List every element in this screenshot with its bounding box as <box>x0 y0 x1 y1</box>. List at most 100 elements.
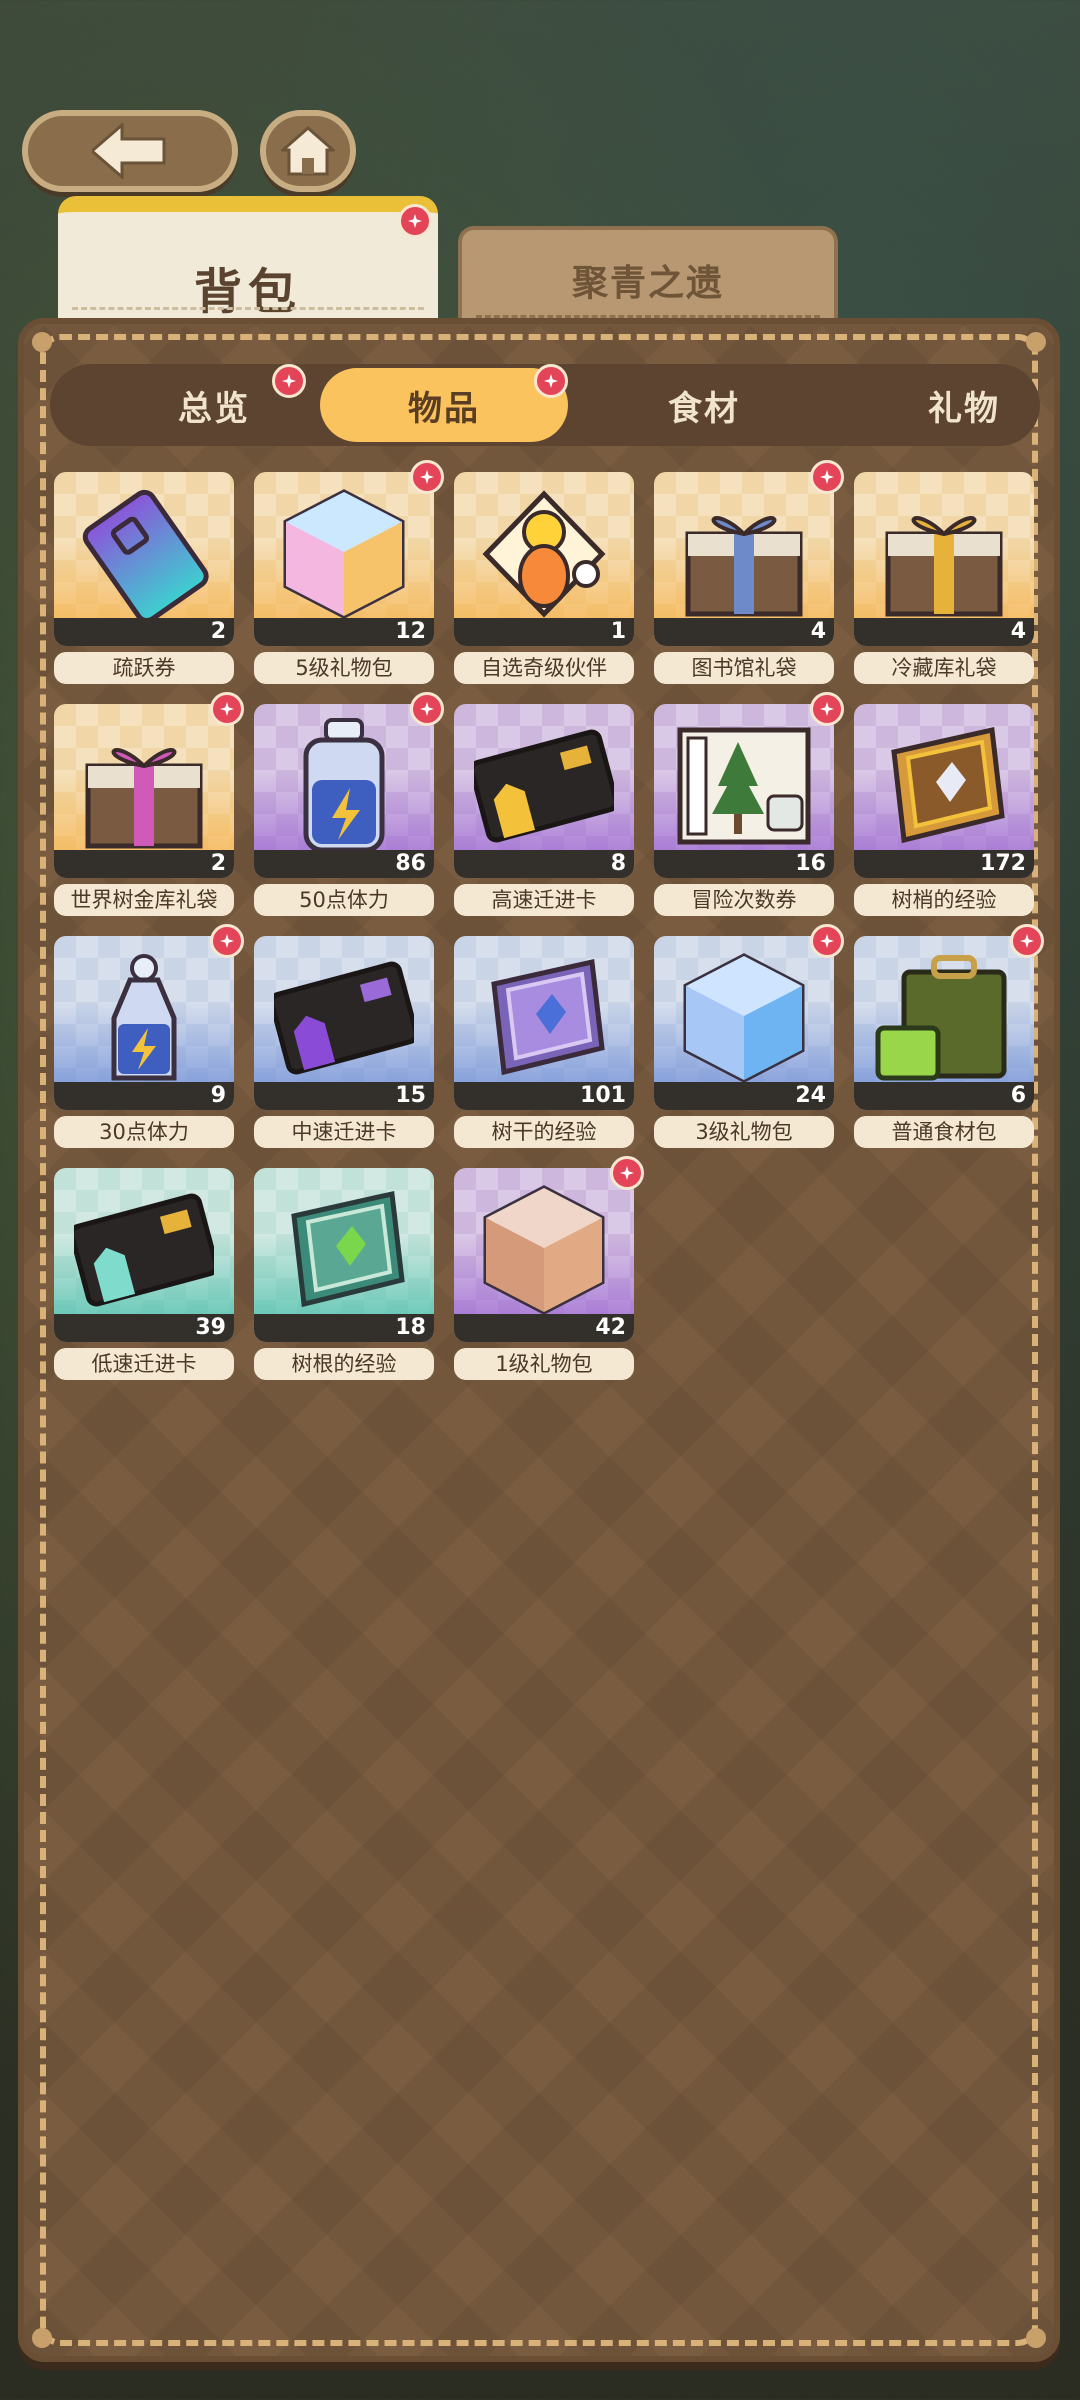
item-name: 疏跃券 <box>54 652 234 684</box>
item-icon-frame: 172 <box>854 704 1034 878</box>
inventory-item[interactable]: 9 30点体力 <box>54 924 244 1148</box>
back-arrow-icon <box>92 123 168 179</box>
item-count: 172 <box>854 850 1034 878</box>
new-badge-icon <box>210 692 244 726</box>
inventory-item[interactable]: 172 树梢的经验 <box>854 704 1034 916</box>
inventory-item[interactable]: 4 冷藏库礼袋 <box>854 472 1034 684</box>
item-count: 9 <box>54 1082 234 1110</box>
new-badge-icon <box>410 460 444 494</box>
item-icon-frame: 1 <box>454 472 634 646</box>
inventory-item[interactable]: 1 自选奇级伙伴 <box>454 472 634 684</box>
tab-relics[interactable]: 聚青之遗 <box>458 226 838 326</box>
gold-gift-box-icon <box>885 516 1003 617</box>
inventory-item[interactable]: 4 图书馆礼袋 <box>654 460 844 684</box>
item-icon-frame: 8 <box>454 704 634 878</box>
inventory-item[interactable]: 15 中速迁进卡 <box>254 936 434 1148</box>
item-icon-frame: 18 <box>254 1168 434 1342</box>
back-button[interactable] <box>22 110 238 192</box>
category-label: 物品 <box>408 388 480 429</box>
item-count: 2 <box>54 850 234 878</box>
tab-backpack-label: 背包 <box>193 264 302 320</box>
energy-bottle-icon <box>303 718 385 853</box>
item-icon-frame: 42 <box>454 1168 634 1342</box>
inventory-item[interactable]: 42 1级礼物包 <box>454 1156 644 1380</box>
item-count: 1 <box>454 618 634 646</box>
item-name: 50点体力 <box>254 884 434 916</box>
new-badge-icon <box>410 692 444 726</box>
item-icon-frame: 2 <box>54 472 234 646</box>
item-name: 树根的经验 <box>254 1348 434 1380</box>
purple-card-icon <box>274 961 414 1075</box>
home-icon <box>281 126 335 176</box>
item-count: 6 <box>854 1082 1034 1110</box>
inventory-item[interactable]: 24 3级礼物包 <box>654 924 844 1148</box>
item-name: 5级礼物包 <box>254 652 434 684</box>
item-icon-frame: 16 <box>654 704 834 878</box>
inventory-item[interactable]: 86 50点体力 <box>254 692 444 916</box>
new-badge-icon <box>272 364 306 398</box>
inventory-item[interactable]: 101 树干的经验 <box>454 936 634 1148</box>
item-name: 30点体力 <box>54 1116 234 1148</box>
item-count: 8 <box>454 850 634 878</box>
inventory-item[interactable]: 8 高速迁进卡 <box>454 704 634 916</box>
item-count: 4 <box>654 618 834 646</box>
item-grid: 2 疏跃券 12 5级礼物包 1 自选奇级伙伴 4 图书馆礼袋 4 冷藏库礼袋 2 世界树金库礼袋 86… <box>54 460 1054 1392</box>
item-name: 高速迁进卡 <box>454 884 634 916</box>
inventory-item[interactable]: 39 低速迁进卡 <box>54 1168 234 1380</box>
tab-backpack[interactable]: 背包 <box>58 196 438 326</box>
pink-gift-box-icon <box>85 748 203 849</box>
home-button[interactable] <box>260 110 356 192</box>
category-bar: 总览 物品 食材 礼物 <box>50 364 1040 446</box>
item-count: 15 <box>254 1082 434 1110</box>
item-icon-frame: 86 <box>254 704 434 878</box>
item-count: 18 <box>254 1314 434 1342</box>
pink-cube-icon <box>483 1185 605 1315</box>
item-name: 中速迁进卡 <box>254 1116 434 1148</box>
category-label: 礼物 <box>928 388 1000 429</box>
ingredient-bag-icon <box>875 955 1007 1081</box>
new-badge-icon <box>810 924 844 958</box>
item-count: 2 <box>54 618 234 646</box>
item-count: 39 <box>54 1314 234 1342</box>
inventory-item[interactable]: 2 疏跃券 <box>54 472 234 684</box>
new-badge-icon <box>398 204 432 238</box>
item-count: 101 <box>454 1082 634 1110</box>
companion-selector-icon <box>482 490 606 618</box>
item-icon-frame: 2 <box>54 704 234 878</box>
item-name: 树干的经验 <box>454 1116 634 1148</box>
item-name: 图书馆礼袋 <box>654 652 834 684</box>
item-name: 冒险次数券 <box>654 884 834 916</box>
item-count: 42 <box>454 1314 634 1342</box>
category-tab-ingredients[interactable]: 食材 <box>580 368 828 442</box>
green-book-icon <box>291 1190 405 1308</box>
inventory-item[interactable]: 12 5级礼物包 <box>254 460 444 684</box>
teal-card-icon <box>74 1193 214 1307</box>
new-badge-icon <box>610 1156 644 1190</box>
item-icon-frame: 4 <box>854 472 1034 646</box>
category-label: 总览 <box>178 388 250 429</box>
item-count: 12 <box>254 618 434 646</box>
item-icon-frame: 39 <box>54 1168 234 1342</box>
gold-card-icon <box>474 729 614 843</box>
inventory-item[interactable]: 2 世界树金库礼袋 <box>54 692 244 916</box>
inventory-item[interactable]: 6 普通食材包 <box>854 924 1044 1148</box>
item-icon-frame: 24 <box>654 936 834 1110</box>
item-name: 自选奇级伙伴 <box>454 652 634 684</box>
purple-book-icon <box>491 958 605 1076</box>
item-name: 冷藏库礼袋 <box>854 652 1034 684</box>
inventory-item[interactable]: 18 树根的经验 <box>254 1168 434 1380</box>
category-tab-gifts[interactable]: 礼物 <box>840 368 1080 442</box>
blue-gift-box-icon <box>685 516 803 617</box>
category-tab-items[interactable]: 物品 <box>320 368 568 442</box>
inventory-item[interactable]: 16 冒险次数券 <box>654 692 844 916</box>
gold-book-icon <box>891 726 1005 844</box>
item-name: 低速迁进卡 <box>54 1348 234 1380</box>
item-name: 3级礼物包 <box>654 1116 834 1148</box>
item-icon-frame: 12 <box>254 472 434 646</box>
item-icon-frame: 6 <box>854 936 1034 1110</box>
new-badge-icon <box>210 924 244 958</box>
item-count: 4 <box>854 618 1034 646</box>
item-icon-frame: 101 <box>454 936 634 1110</box>
adventure-ticket-icon <box>677 727 811 845</box>
inventory-panel: 总览 物品 食材 礼物 2 疏跃券 12 5级礼物包 1 自选奇级伙伴 4 图书馆礼袋 4 冷藏库… <box>18 318 1060 2362</box>
